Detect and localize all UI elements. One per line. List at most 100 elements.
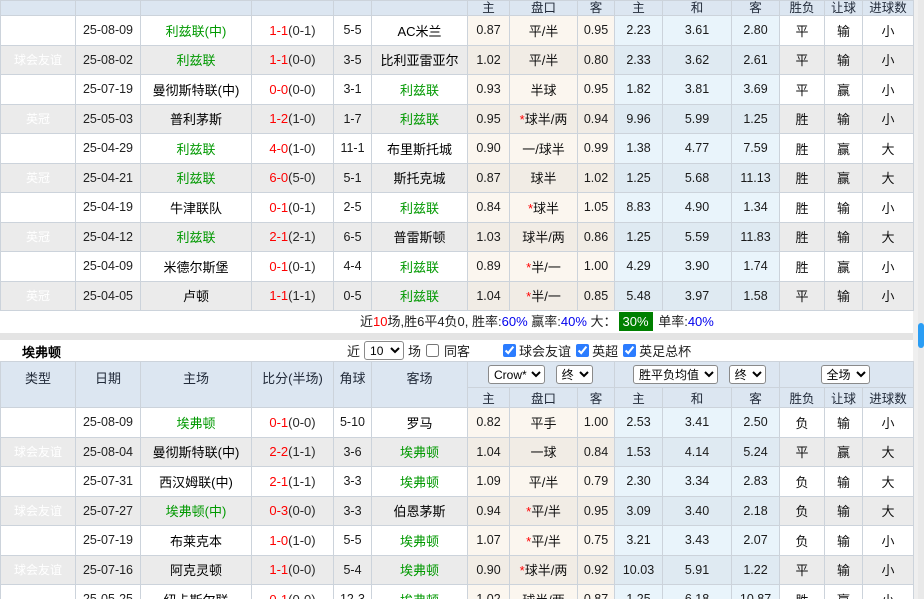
match-date: 25-08-04 [76,437,141,467]
ah-line: *半/一 [510,252,578,282]
section-divider [0,333,913,340]
match-row: 球会友谊25-07-19布莱克本1-0(1-0)5-5埃弗顿1.07*平/半0.… [1,526,914,556]
filter-premier-checkbox[interactable] [576,344,589,357]
ah-line: 球半 [510,163,578,193]
ah-home-odds: 1.03 [468,222,510,252]
eu-draw-odds: 3.81 [663,75,732,105]
scope-select[interactable]: 全场 [821,365,870,384]
away-team: 埃弗顿 [372,585,468,599]
ah-line: *球半/两 [510,555,578,585]
euro-odds-selects: 胜平负均值 终 [615,362,780,388]
eu-away-odds: 2.61 [732,45,780,75]
league-badge: 球会友谊 [1,75,76,105]
summary-text: 场,胜6平4负0, 胜率: [387,314,501,329]
match-date: 25-08-09 [76,408,141,438]
league-badge: 英冠 [1,222,76,252]
scrollbar[interactable] [918,0,924,599]
col-header-score: 比分(半场) [252,362,334,408]
eu-away-odds: 1.74 [732,252,780,282]
col-header-ah-away: 客 [578,388,615,408]
home-team: 利兹联(中) [141,16,252,46]
filter-friendly-checkbox[interactable] [503,344,516,357]
corner-score: 5-4 [334,555,372,585]
eu-away-odds: 2.83 [732,467,780,497]
match-date: 25-08-02 [76,45,141,75]
filter-friendly-label: 球会友谊 [519,341,571,360]
ah-away-odds: 1.00 [578,408,615,438]
match-row: 球会友谊25-08-04曼彻斯特联(中)2-2(1-1)3-6埃弗顿1.04一球… [1,437,914,467]
result-wdl: 胜 [780,252,825,282]
corner-score: 4-4 [334,252,372,282]
match-date: 25-07-31 [76,467,141,497]
match-date: 25-07-19 [76,75,141,105]
score: 0-1(0-0) [252,585,334,599]
match-date: 25-04-19 [76,193,141,223]
asian-odds-selects: Crow* 终 [468,362,615,388]
match-row: 英冠25-04-29利兹联4-0(1-0)11-1布里斯托城0.90一/球半0.… [1,134,914,164]
home-team: 曼彻斯特联(中) [141,75,252,105]
result-goals: 小 [863,585,914,599]
clipped-odds-header-row: 主 盘口 客 主 和 客 胜负 让球 进球数 [1,1,914,16]
everton-history-table: 类型 日期 主场 比分(半场) 角球 客场 Crow* 终 胜平负均值 终 [0,361,914,599]
filter-facup[interactable]: 英足总杯 [620,341,691,360]
match-date: 25-05-03 [76,104,141,134]
corner-score: 5-1 [334,163,372,193]
same-away-label: 同客 [444,341,470,360]
result-goals: 大 [863,467,914,497]
home-team: 埃弗顿(中) [141,496,252,526]
asian-final-select[interactable]: 终 [556,365,593,384]
home-team: 米德尔斯堡 [141,252,252,282]
same-away-checkbox[interactable] [426,344,439,357]
ah-line: 平/半 [510,467,578,497]
eu-away-odds: 5.24 [732,437,780,467]
result-goals: 小 [863,45,914,75]
eu-away-odds: 10.87 [732,585,780,599]
ah-away-odds: 1.00 [578,252,615,282]
home-team: 利兹联 [141,163,252,193]
section-header-everton: 埃弗顿 近 10 场 同客 球会友谊 英超 英足总杯 [0,340,913,361]
result-wdl: 胜 [780,193,825,223]
match-date: 25-04-05 [76,281,141,311]
scrollbar-thumb[interactable] [918,323,924,348]
score: 0-3(0-0) [252,496,334,526]
league-badge: 英冠 [1,193,76,223]
bookmaker-select[interactable]: Crow* [488,365,545,384]
ah-away-odds: 0.94 [578,104,615,134]
match-row: 英冠25-04-12利兹联2-1(2-1)6-5普雷斯顿1.03球半/两0.86… [1,222,914,252]
score: 1-1(0-1) [252,16,334,46]
result-goals: 小 [863,408,914,438]
away-team: 利兹联 [372,104,468,134]
filter-premier[interactable]: 英超 [573,341,618,360]
col-header-goals: 进球数 [863,388,914,408]
filter-facup-checkbox[interactable] [623,344,636,357]
score: 0-1(0-1) [252,193,334,223]
result-wdl: 平 [780,45,825,75]
filter-friendly[interactable]: 球会友谊 [500,341,571,360]
eu-home-odds: 2.33 [615,45,663,75]
ah-away-odds: 0.79 [578,467,615,497]
match-row: 英冠25-04-09米德尔斯堡0-1(0-1)4-4利兹联0.89*半/一1.0… [1,252,914,282]
score: 1-2(1-0) [252,104,334,134]
euro-final-select[interactable]: 终 [729,365,766,384]
eu-draw-odds: 5.91 [663,555,732,585]
result-goals: 大 [863,437,914,467]
euro-avg-select[interactable]: 胜平负均值 [633,365,718,384]
result-goals: 大 [863,163,914,193]
eu-draw-odds: 5.59 [663,222,732,252]
result-handicap: 赢 [825,163,863,193]
corner-score: 1-7 [334,104,372,134]
league-badge: 球会友谊 [1,16,76,46]
eu-draw-odds: 3.90 [663,252,732,282]
summary-text: 近 [360,314,373,329]
league-badge: 英冠 [1,163,76,193]
match-date: 25-07-16 [76,555,141,585]
recent-count-select[interactable]: 10 [364,341,404,360]
ah-line: *平/半 [510,526,578,556]
ah-home-odds: 0.94 [468,496,510,526]
result-handicap: 输 [825,45,863,75]
col-header-date: 日期 [76,362,141,408]
filter-controls: 近 10 场 同客 球会友谊 英超 英足总杯 [345,340,691,361]
summary-text: 单率: [655,314,688,329]
result-handicap: 赢 [825,75,863,105]
ah-home-odds: 0.87 [468,163,510,193]
